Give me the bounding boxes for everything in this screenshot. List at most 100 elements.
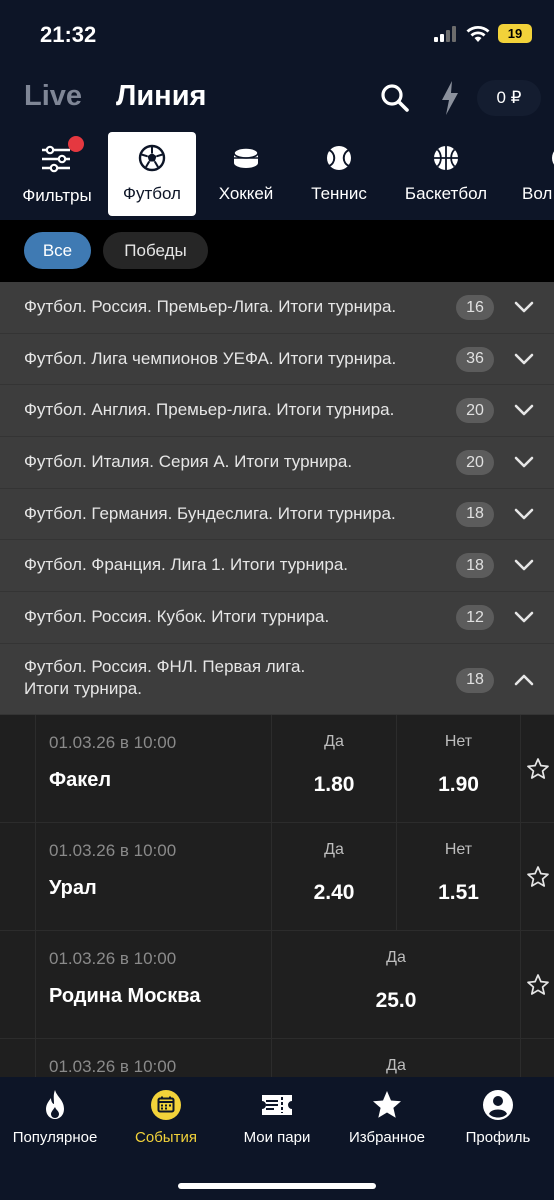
- event-team[interactable]: Факел: [49, 769, 111, 792]
- odd-label: Да: [324, 841, 344, 858]
- sport-item-filters[interactable]: Фильтры: [12, 132, 102, 216]
- tab-events[interactable]: События: [110, 1089, 222, 1157]
- sport-label: Фильтры: [22, 186, 92, 205]
- basketball-icon: [434, 146, 458, 170]
- event-count-badge: 20: [456, 450, 494, 476]
- tab-live[interactable]: Live: [24, 80, 82, 113]
- status-bar: 21:32 19: [0, 0, 554, 70]
- sport-item-football[interactable]: Футбол: [108, 132, 196, 216]
- star-outline-icon: [526, 973, 549, 995]
- tournament-title-line2: Итоги турнира.: [24, 678, 142, 698]
- tournament-row-expanded[interactable]: Футбол. Россия. ФНЛ. Первая лига. Итоги …: [0, 643, 554, 715]
- event-row: 01.03.26 в 10:00 Факел Да 1.80 Нет 1.90: [0, 715, 554, 823]
- event-count-badge: 18: [456, 553, 494, 579]
- event-datetime: 01.03.26 в 10:00: [49, 949, 177, 968]
- odd-no-button[interactable]: Нет 1.90: [396, 715, 520, 822]
- star-outline-icon: [526, 865, 549, 887]
- status-time: 21:32: [40, 22, 97, 47]
- event-team[interactable]: Урал: [49, 877, 97, 900]
- tab-label: События: [135, 1129, 197, 1146]
- odd-value: 25.0: [375, 989, 417, 1012]
- tournament-row[interactable]: Футбол. Франция. Лига 1. Итоги турнира. …: [0, 540, 554, 593]
- top-nav: Live Линия 0 ₽: [0, 78, 554, 122]
- tournament-title: Футбол. Россия. Премьер-Лига. Итоги турн…: [24, 297, 397, 316]
- chip-all[interactable]: Все: [24, 232, 91, 269]
- bottom-tab-bar: Популярное События Мои пари Избранное Пр…: [0, 1077, 554, 1200]
- chevron-down-icon: [514, 353, 534, 364]
- profile-icon: [483, 1090, 513, 1120]
- chevron-down-icon: [514, 560, 534, 571]
- sport-item-volleyball[interactable]: Вол: [512, 132, 554, 216]
- sport-item-tennis[interactable]: Теннис: [296, 132, 382, 216]
- wifi-icon: [466, 25, 490, 42]
- odd-label: Да: [386, 1057, 406, 1074]
- app-header: 21:32 19 Live Линия 0 ₽ Фильтры Футбол Х…: [0, 0, 554, 220]
- tournament-title: Футбол. Франция. Лига 1. Итоги турнира.: [24, 555, 349, 575]
- tab-label: Профиль: [465, 1129, 531, 1146]
- event-count-badge: 36: [456, 346, 494, 372]
- favorite-button[interactable]: [520, 715, 554, 822]
- tournament-row[interactable]: Футбол. Россия. Премьер-Лига. Итоги турн…: [0, 282, 554, 334]
- tournament-title: Футбол. Англия. Премьер-лига. Итоги турн…: [24, 400, 395, 420]
- event-datetime: 01.03.26 в 10:00: [49, 733, 177, 752]
- chevron-down-icon: [514, 508, 534, 520]
- odd-label: Нет: [444, 841, 473, 858]
- tab-label: Популярное: [12, 1129, 98, 1146]
- chip-wins[interactable]: Победы: [103, 232, 208, 269]
- event-count-badge: 16: [456, 295, 494, 320]
- express-bet-button[interactable]: [437, 78, 465, 118]
- odd-label: Нет: [444, 733, 473, 750]
- odd-yes-button[interactable]: Да 1.80: [271, 715, 396, 822]
- favorite-button[interactable]: [520, 1039, 554, 1077]
- tab-favorites[interactable]: Избранное: [332, 1089, 442, 1157]
- tab-label: Избранное: [348, 1129, 426, 1146]
- ticket-icon: [262, 1095, 292, 1115]
- event-row: 01.03.26 в 10:00 Урал Да 2.40 Нет 1.51: [0, 823, 554, 931]
- sport-item-basketball[interactable]: Баскетбол: [392, 132, 500, 216]
- odd-value: 1.90: [438, 773, 479, 796]
- status-icons: 19: [434, 24, 532, 43]
- chevron-up-icon: [514, 674, 534, 686]
- battery-indicator: 19: [498, 24, 532, 43]
- odd-value: 2.40: [313, 881, 355, 904]
- tournament-title: Футбол. Лига чемпионов УЕФА. Итоги турни…: [24, 348, 397, 368]
- tab-line[interactable]: Линия: [116, 80, 206, 113]
- tournament-row[interactable]: Футбол. Россия. Кубок. Итоги турнира. 12: [0, 592, 554, 644]
- sport-item-hockey[interactable]: Хоккей: [204, 132, 288, 216]
- tournament-title-line1: Футбол. Россия. ФНЛ. Первая лига.: [24, 656, 306, 676]
- event-datetime: 01.03.26 в 10:00: [49, 1057, 177, 1076]
- event-datetime: 01.03.26 в 10:00: [49, 841, 177, 860]
- tournament-title: Футбол. Россия. Кубок. Итоги турнира.: [24, 607, 330, 627]
- odd-no-button[interactable]: Нет 1.51: [396, 823, 520, 930]
- event-team[interactable]: Родина Москва: [49, 985, 200, 1008]
- tournament-row[interactable]: Футбол. Англия. Премьер-лига. Итоги турн…: [0, 385, 554, 438]
- tournament-row[interactable]: Футбол. Германия. Бундеслига. Итоги турн…: [0, 488, 554, 541]
- favorite-button[interactable]: [520, 931, 554, 1038]
- flame-icon: [46, 1090, 64, 1119]
- odd-value: 1.80: [313, 773, 355, 796]
- tournament-row[interactable]: Футбол. Италия. Серия А. Итоги турнира. …: [0, 437, 554, 489]
- event-count-badge: 18: [456, 501, 494, 527]
- search-button[interactable]: [380, 78, 414, 118]
- odd-yes-button[interactable]: Да 25.0: [271, 931, 520, 1038]
- lightning-icon: [442, 81, 458, 115]
- favorite-button[interactable]: [520, 823, 554, 930]
- tournament-row[interactable]: Футбол. Лига чемпионов УЕФА. Итоги турни…: [0, 333, 554, 386]
- balance-button[interactable]: 0 ₽: [477, 80, 541, 116]
- market-filter-chips: Все Победы: [0, 220, 554, 282]
- event-gutter: [0, 1039, 36, 1077]
- odd-yes-button[interactable]: Да: [271, 1039, 520, 1077]
- sports-filter-row: Фильтры Футбол Хоккей Теннис Баскетбол В…: [0, 132, 554, 216]
- tab-profile[interactable]: Профиль: [442, 1089, 554, 1157]
- sport-label: Вол: [522, 184, 553, 203]
- tennis-ball-icon: [327, 146, 351, 170]
- sport-label: Теннис: [311, 184, 367, 203]
- chevron-down-icon: [514, 611, 534, 623]
- tournament-list: Футбол. Россия. Премьер-Лига. Итоги турн…: [0, 282, 554, 715]
- tab-popular[interactable]: Популярное: [0, 1089, 110, 1157]
- sport-label: Баскетбол: [404, 184, 488, 203]
- home-indicator: [178, 1183, 376, 1189]
- odd-yes-button[interactable]: Да 2.40: [271, 823, 396, 930]
- tab-my-bets[interactable]: Мои пари: [222, 1089, 332, 1157]
- chevron-down-icon: [514, 301, 534, 313]
